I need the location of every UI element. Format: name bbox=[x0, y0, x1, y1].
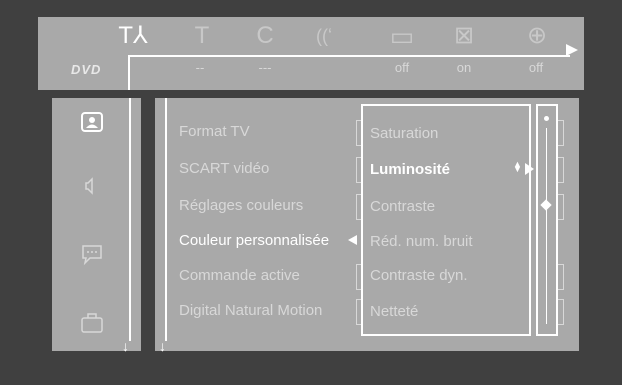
enter-arrow-icon[interactable] bbox=[525, 163, 534, 175]
menu-item-digital-natural-motion[interactable]: Digital Natural Motion bbox=[179, 299, 322, 323]
main-scroll-down-icon[interactable]: ↓ bbox=[159, 338, 166, 354]
bracket bbox=[558, 194, 564, 220]
bracket bbox=[558, 264, 564, 290]
dvd-logo: DVD bbox=[71, 62, 102, 77]
chapter-icon[interactable]: C bbox=[246, 21, 284, 51]
submenu-item-contraste[interactable]: Contraste bbox=[370, 195, 435, 219]
submenu-item-saturation[interactable]: Saturation bbox=[370, 122, 438, 146]
picture-icon[interactable] bbox=[77, 112, 107, 136]
zoom-icon[interactable]: ⊕ bbox=[518, 21, 556, 51]
zoom-value: off bbox=[528, 60, 544, 75]
features-icon[interactable] bbox=[77, 312, 107, 336]
submenu-item-luminosite[interactable]: Luminosité bbox=[370, 158, 450, 182]
bracket bbox=[558, 120, 564, 146]
slider-top-dot bbox=[544, 116, 549, 121]
menu-item-commande-active[interactable]: Commande active bbox=[179, 264, 300, 288]
selection-arrow-icon bbox=[348, 235, 357, 245]
toolbar-right-arrow-icon bbox=[566, 44, 578, 56]
submenu-item-red-num-bruit[interactable]: Réd. num. bruit bbox=[370, 230, 473, 254]
title-value: -- bbox=[195, 60, 205, 75]
menu-item-couleur-personnalisee[interactable]: Couleur personnalisée bbox=[179, 229, 329, 253]
camera-angle-icon[interactable]: ⊠ bbox=[445, 21, 483, 51]
angle-value: on bbox=[456, 60, 472, 75]
slider-frame bbox=[536, 104, 558, 336]
settings-tools-icon[interactable]: T⅄ bbox=[114, 21, 152, 51]
submenu-item-nettete[interactable]: Netteté bbox=[370, 300, 418, 324]
language-icon[interactable] bbox=[77, 244, 107, 268]
audio-language-icon[interactable]: ((ʻ bbox=[305, 21, 343, 51]
submenu-item-contraste-dyn[interactable]: Contraste dyn. bbox=[370, 264, 468, 288]
menu-item-reglages-couleurs[interactable]: Réglages couleurs bbox=[179, 194, 303, 218]
title-icon[interactable]: T bbox=[183, 21, 221, 51]
subtitle-value: off bbox=[394, 60, 410, 75]
menu-item-scart-video[interactable]: SCART vidéo bbox=[179, 157, 269, 181]
sidebar-scroll-down-icon[interactable]: ↓ bbox=[122, 338, 129, 354]
sound-icon[interactable] bbox=[77, 176, 107, 200]
subtitle-icon[interactable]: ▭ bbox=[383, 21, 421, 51]
slider-track[interactable] bbox=[546, 128, 547, 324]
bracket bbox=[558, 157, 564, 183]
main-divider bbox=[165, 98, 167, 341]
sidebar-divider bbox=[129, 98, 131, 341]
menu-item-format-tv[interactable]: Format TV bbox=[179, 120, 250, 144]
bracket bbox=[558, 299, 564, 325]
up-down-icon: ▲ ▼ bbox=[513, 159, 522, 174]
toolbar-vertical-divider bbox=[128, 57, 130, 90]
toolbar-values-bar bbox=[38, 57, 584, 90]
chapter-value: --- bbox=[258, 60, 272, 75]
toolbar-divider bbox=[128, 55, 570, 57]
